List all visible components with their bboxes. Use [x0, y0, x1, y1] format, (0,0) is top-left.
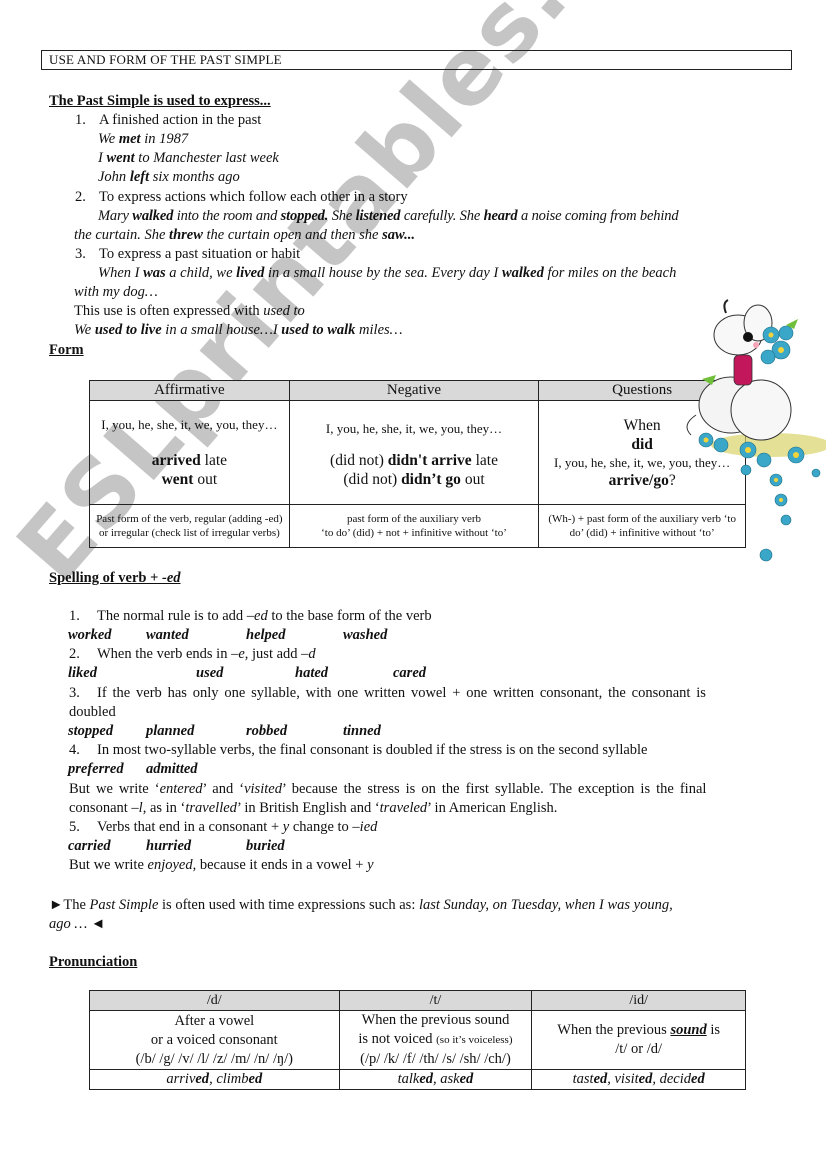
spelling-heading: Spelling of verb + -ed: [49, 570, 181, 586]
use-item-2: 2. To express actions which follow each o…: [75, 189, 408, 205]
page-title: USE AND FORM OF THE PAST SIMPLE: [41, 50, 792, 70]
negative-cell: I, you, he, she, it, we, you, they… (did…: [288, 400, 540, 505]
example: with my dog…: [74, 284, 158, 300]
example: the curtain. She threw the curtain open …: [74, 227, 416, 243]
uses-heading: The Past Simple is used to express...: [49, 93, 271, 109]
use-label: To express a past situation or habit: [99, 246, 301, 262]
negative-note: past form of the auxiliary verb ‘to do’ (…: [288, 504, 540, 548]
id-examples: tasted, visited, decided: [531, 1069, 746, 1090]
example: When I was a child, we lived in a small …: [98, 265, 677, 281]
use-item-1: 1. A finished action in the past: [75, 111, 261, 130]
use-label: To express actions which follow each oth…: [99, 189, 408, 205]
exception-line-2: consonant –l, as in ‘travelled’ in Briti…: [69, 800, 558, 816]
header-id: /id/: [531, 990, 746, 1011]
used-to-note: This use is often expressed with used to: [74, 303, 305, 319]
used-to-example: We used to live in a small house…I used …: [74, 322, 403, 338]
form-table: Affirmative Negative Questions I, you, h…: [89, 380, 746, 548]
use-item-3: 3. To express a past situation or habit: [75, 246, 301, 262]
form-heading: Form: [49, 342, 84, 358]
arrow-left-icon: ◄: [90, 916, 106, 932]
header-negative: Negative: [288, 380, 540, 401]
use-number: 1.: [75, 112, 86, 128]
example: We met in 1987: [98, 131, 189, 147]
d-examples: arrived, climbed: [89, 1069, 340, 1090]
spelling-rule-3: 3. If the verb has only one syllable, wit…: [69, 685, 706, 701]
header-t: /t/: [338, 990, 533, 1011]
affirmative-note: Past form of the verb, regular (adding -…: [89, 504, 290, 548]
example: John left six months ago: [98, 169, 240, 185]
spelling-rule-4: 4. In most two-syllable verbs, the final …: [69, 742, 648, 758]
header-affirmative: Affirmative: [89, 380, 290, 401]
exception-line-1: But we write ‘entered’ and ‘visited’ bec…: [69, 781, 707, 797]
spelling-rule-2: 2. When the verb ends in –e, just add –d: [69, 646, 316, 662]
affirmative-cell: I, you, he, she, it, we, you, they… arri…: [89, 400, 290, 505]
t-examples: talked, asked: [338, 1069, 533, 1090]
t-rule-cell: When the previous sound is not voiced (s…: [338, 1010, 533, 1070]
time-expressions-note: ►The Past Simple is often used with time…: [49, 897, 673, 913]
pronunciation-heading: Pronunciation: [49, 954, 138, 970]
cartoon-mouse-with-flowers-image: [686, 299, 826, 562]
d-rule-cell: After a vowel or a voiced consonant (/b/…: [89, 1010, 340, 1070]
enjoyed-note: But we write enjoyed, because it ends in…: [69, 857, 374, 873]
id-rule-cell: When the previous sound is /t/ or /d/: [531, 1010, 746, 1070]
time-expressions-note-cont: ago … ◄: [49, 916, 106, 932]
spelling-rule-1: 1. The normal rule is to add –ed to the b…: [69, 608, 432, 624]
example: Mary walked into the room and stopped. S…: [98, 208, 679, 224]
use-label: A finished action in the past: [99, 112, 262, 128]
pronunciation-table: /d/ /t/ /id/ After a vowel or a voiced c…: [89, 990, 746, 1090]
spelling-rule-3-cont: doubled: [69, 704, 116, 720]
arrow-right-icon: ►: [49, 897, 64, 913]
header-d: /d/: [89, 990, 340, 1011]
spelling-rule-5: 5. Verbs that end in a consonant + y chan…: [69, 819, 378, 835]
example: I went to Manchester last week: [98, 150, 279, 166]
